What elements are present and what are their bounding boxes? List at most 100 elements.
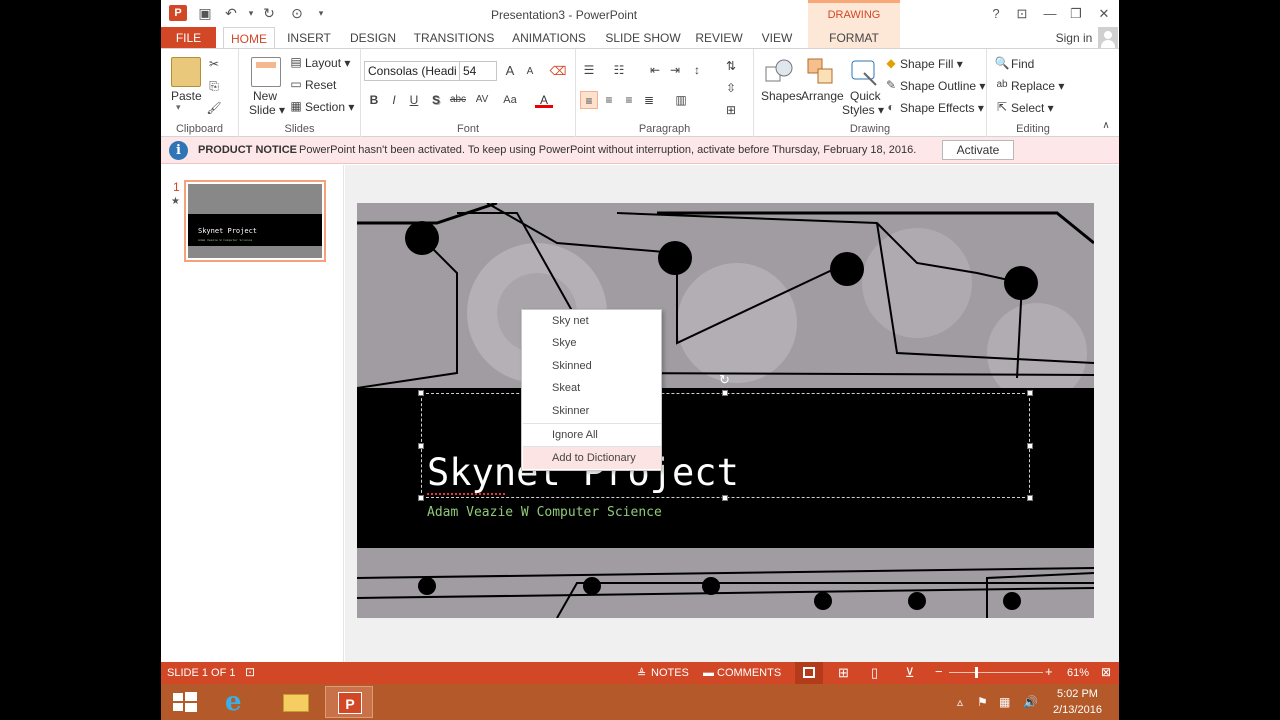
shadow-button[interactable]: S	[427, 91, 445, 109]
quick-styles-icon[interactable]	[850, 57, 880, 87]
quick-styles-button[interactable]: Quick	[850, 89, 881, 103]
slide-canvas[interactable]: ↻ Skynet Project Adam Veazie W Computer …	[357, 203, 1094, 618]
find-icon[interactable]: 🔍	[993, 54, 1011, 72]
align-text-icon[interactable]: ⇳	[722, 79, 740, 97]
slide-thumbnail[interactable]: Skynet Project Adam Veazie W Computer Sc…	[184, 180, 326, 262]
select-button[interactable]: Select ▾	[1011, 101, 1054, 115]
change-case-button[interactable]: Aa	[499, 91, 521, 109]
smartart-icon[interactable]: ⊞	[722, 101, 740, 119]
account-avatar[interactable]	[1098, 27, 1118, 48]
comments-icon[interactable]: ▬	[703, 667, 714, 679]
zoom-slider[interactable]	[949, 667, 1043, 678]
resize-handle[interactable]	[418, 390, 424, 396]
tab-view[interactable]: VIEW	[757, 27, 797, 49]
powerpoint-taskbar-icon[interactable]: P	[325, 686, 373, 718]
collapse-ribbon-icon[interactable]: ∧	[1097, 117, 1115, 135]
present-from-beginning-icon[interactable]: ⊙	[287, 4, 307, 22]
grow-font-icon[interactable]: A	[501, 62, 519, 80]
clock-time[interactable]: 5:02 PM	[1057, 688, 1098, 700]
tab-review[interactable]: REVIEW	[693, 27, 745, 49]
normal-view-button[interactable]	[795, 662, 823, 684]
clock-date[interactable]: 2/13/2016	[1053, 704, 1102, 716]
zoom-in-button[interactable]: +	[1045, 664, 1053, 679]
resize-handle[interactable]	[1027, 390, 1033, 396]
tab-design[interactable]: DESIGN	[347, 27, 399, 49]
start-button[interactable]	[161, 686, 209, 718]
paste-icon[interactable]	[171, 57, 201, 87]
suggestion-item[interactable]: Sky net	[523, 310, 661, 332]
suggestion-item[interactable]: Skinned	[523, 355, 661, 377]
bullets-icon[interactable]: ☰	[580, 61, 598, 79]
font-size-box[interactable]: 54	[459, 61, 497, 81]
notes-icon[interactable]: ≜	[637, 667, 646, 680]
arrange-button[interactable]: Arrange	[801, 89, 844, 103]
fit-slide-icon[interactable]: ⊠	[1101, 665, 1111, 679]
bold-button[interactable]: B	[365, 91, 383, 109]
tab-file[interactable]: FILE	[161, 27, 216, 49]
copy-icon[interactable]: ⎘	[205, 77, 223, 95]
new-slide-icon[interactable]	[251, 57, 281, 87]
resize-handle[interactable]	[1027, 495, 1033, 501]
tab-insert[interactable]: INSERT	[283, 27, 335, 49]
find-button[interactable]: Find	[1011, 57, 1034, 71]
tab-home[interactable]: HOME	[223, 27, 275, 50]
tab-format[interactable]: FORMAT	[808, 27, 900, 49]
network-icon[interactable]: ▦	[999, 695, 1010, 709]
zoom-out-button[interactable]: −	[935, 664, 943, 679]
powerpoint-logo-icon[interactable]: P	[169, 5, 187, 21]
shape-fill-icon[interactable]: ◆	[882, 54, 900, 72]
shape-effects-button[interactable]: Shape Effects ▾	[900, 101, 984, 115]
shrink-font-icon[interactable]: A	[521, 63, 539, 81]
paste-dropdown-icon[interactable]: ▾	[176, 102, 181, 113]
shape-effects-icon[interactable]: ◐	[882, 98, 900, 116]
new-slide-dropdown[interactable]: Slide ▾	[249, 103, 285, 117]
layout-button[interactable]: Layout ▾	[305, 56, 350, 70]
resize-handle[interactable]	[1027, 443, 1033, 449]
shape-outline-icon[interactable]: ✎	[882, 76, 900, 94]
notes-button[interactable]: NOTES	[651, 667, 689, 679]
shapes-button[interactable]: Shapes	[761, 89, 802, 103]
underline-button[interactable]: U	[405, 91, 423, 109]
resize-handle[interactable]	[418, 443, 424, 449]
spell-check-icon[interactable]: ⊡	[245, 665, 255, 679]
ribbon-display-options-button[interactable]: ⊡	[1011, 5, 1033, 23]
reset-icon[interactable]: ▭	[287, 75, 305, 93]
arrange-icon[interactable]	[806, 57, 836, 87]
internet-explorer-icon[interactable]: e	[213, 686, 261, 718]
select-icon[interactable]: ⇱	[993, 98, 1011, 116]
character-spacing-button[interactable]: AV	[471, 91, 493, 109]
font-name-box[interactable]: Consolas (Headi	[364, 61, 460, 81]
new-slide-button[interactable]: New	[253, 89, 277, 103]
tab-slide-show[interactable]: SLIDE SHOW	[605, 27, 681, 49]
text-direction-icon[interactable]: ⇅	[722, 57, 740, 75]
shape-outline-button[interactable]: Shape Outline ▾	[900, 79, 985, 93]
close-button[interactable]: ✕	[1093, 5, 1115, 23]
suggestion-item[interactable]: Skeat	[523, 377, 661, 399]
zoom-slider-thumb[interactable]	[975, 667, 978, 678]
suggestion-item[interactable]: Skinner	[523, 400, 661, 422]
cut-icon[interactable]: ✂	[205, 55, 223, 73]
sign-in-link[interactable]: Sign in	[1049, 27, 1099, 49]
font-color-button[interactable]: A	[535, 91, 553, 108]
align-center-button[interactable]: ≡	[600, 91, 618, 109]
decrease-indent-icon[interactable]: ⇤	[646, 61, 664, 79]
resize-handle[interactable]	[418, 495, 424, 501]
action-center-flag-icon[interactable]: ⚑	[977, 695, 988, 709]
file-explorer-icon[interactable]	[271, 686, 319, 718]
minimize-button[interactable]: —	[1039, 5, 1061, 23]
line-spacing-icon[interactable]: ↕	[688, 61, 706, 79]
shape-fill-button[interactable]: Shape Fill ▾	[900, 57, 963, 71]
quick-styles-dropdown[interactable]: Styles ▾	[842, 103, 884, 117]
slide-sorter-view-icon[interactable]: ⊞	[838, 665, 849, 681]
add-to-dictionary-item[interactable]: Add to Dictionary	[523, 447, 661, 469]
replace-icon[interactable]: ab	[993, 76, 1011, 94]
redo-icon[interactable]: ↻	[259, 4, 279, 22]
customize-qat-icon[interactable]: ▾	[311, 4, 331, 22]
help-button[interactable]: ?	[985, 5, 1007, 23]
paste-button[interactable]: Paste	[171, 89, 202, 103]
tab-transitions[interactable]: TRANSITIONS	[413, 27, 495, 49]
justify-button[interactable]: ≣	[640, 91, 658, 109]
tab-animations[interactable]: ANIMATIONS	[509, 27, 589, 49]
reading-view-icon[interactable]: ▯	[871, 665, 878, 681]
volume-icon[interactable]: 🔊	[1023, 695, 1038, 709]
